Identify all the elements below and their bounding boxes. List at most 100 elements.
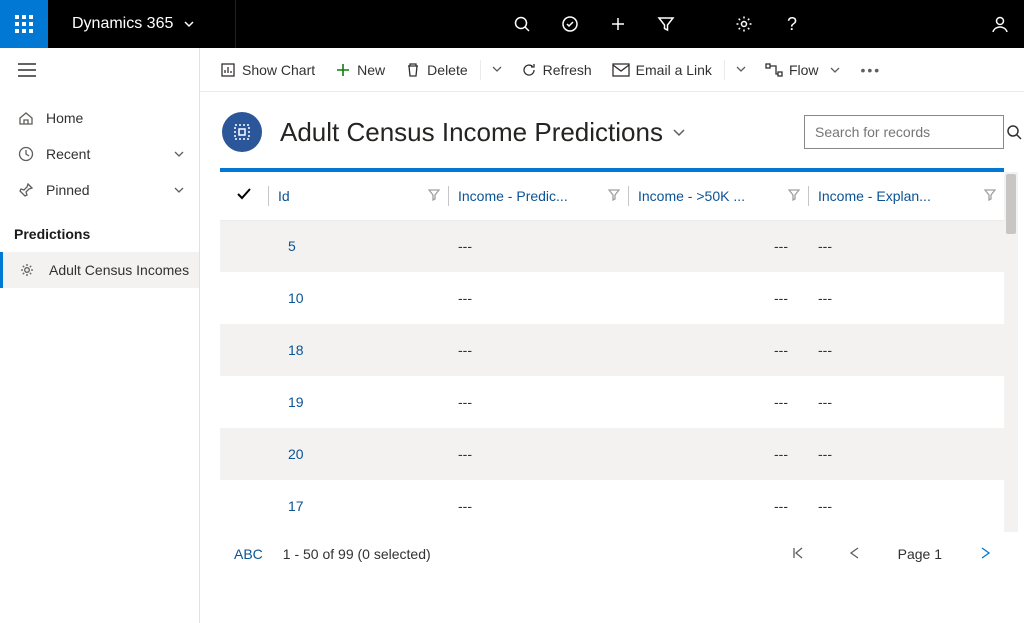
record-grid: Id Income - Predic... Income - >50K ... …: [220, 168, 1004, 532]
nav-recent[interactable]: Recent: [0, 136, 199, 172]
nav-pinned[interactable]: Pinned: [0, 172, 199, 208]
cmd-email-split[interactable]: [727, 62, 755, 78]
cell-id[interactable]: 20: [268, 428, 448, 480]
chevron-down-icon: [829, 64, 841, 76]
cmd-delete[interactable]: Delete: [395, 48, 477, 92]
settings-button[interactable]: [720, 0, 768, 48]
cell-prediction: ---: [448, 220, 628, 272]
add-button[interactable]: [594, 0, 642, 48]
cmd-flow[interactable]: Flow: [755, 48, 851, 92]
table-row[interactable]: 5---------: [220, 220, 1004, 272]
trash-icon: [405, 62, 421, 78]
row-selector[interactable]: [220, 272, 268, 324]
brand-label: Dynamics 365: [72, 15, 173, 33]
sidebar: Home Recent Pinned Predi: [0, 48, 200, 623]
col-id[interactable]: Id: [268, 172, 448, 220]
hamburger-button[interactable]: [18, 63, 36, 77]
cell-id[interactable]: 10: [268, 272, 448, 324]
cell-prediction: ---: [448, 480, 628, 532]
chevron-down-icon: [173, 184, 185, 196]
next-page-button[interactable]: [968, 545, 1004, 564]
cmd-label: New: [357, 62, 385, 78]
nav-section-predictions: Predictions: [0, 208, 199, 252]
grid-pager: ABC 1 - 50 of 99 (0 selected) Page 1: [220, 532, 1004, 576]
table-row[interactable]: 20---------: [220, 428, 1004, 480]
app-launcher-button[interactable]: [0, 0, 48, 48]
chevron-down-icon: [183, 18, 195, 30]
cell-prediction: ---: [448, 324, 628, 376]
cmd-delete-split[interactable]: [483, 62, 511, 78]
cell-prediction: ---: [448, 376, 628, 428]
table-row[interactable]: 18---------: [220, 324, 1004, 376]
cmd-label: Email a Link: [636, 62, 712, 78]
nav-recent-label: Recent: [46, 146, 90, 162]
alpha-filter[interactable]: ABC: [234, 546, 263, 562]
cmd-new[interactable]: New: [325, 48, 395, 92]
chart-icon: [220, 62, 236, 78]
nav-home[interactable]: Home: [0, 100, 199, 136]
row-selector[interactable]: [220, 428, 268, 480]
select-all-header[interactable]: [220, 172, 268, 220]
table-row[interactable]: 10---------: [220, 272, 1004, 324]
grid-scrollbar[interactable]: [1004, 172, 1018, 532]
cmd-overflow[interactable]: •••: [851, 62, 892, 78]
task-button[interactable]: [546, 0, 594, 48]
plus-icon: [335, 62, 351, 78]
user-area[interactable]: [816, 0, 976, 48]
pin-icon: [18, 182, 34, 198]
cmd-email-link[interactable]: Email a Link: [602, 48, 722, 92]
filter-icon[interactable]: [428, 188, 440, 204]
first-page-button[interactable]: [780, 545, 816, 564]
cmd-refresh[interactable]: Refresh: [511, 48, 602, 92]
table-row[interactable]: 17---------: [220, 480, 1004, 532]
filter-icon[interactable]: [984, 188, 996, 204]
brand-switcher[interactable]: Dynamics 365: [48, 0, 236, 48]
search-input[interactable]: [805, 124, 1006, 140]
col-explanation[interactable]: Income - Explan...: [808, 172, 1004, 220]
page-label: Page 1: [892, 546, 948, 562]
row-selector[interactable]: [220, 480, 268, 532]
entity-icon: [19, 262, 35, 278]
pager-status: 1 - 50 of 99 (0 selected): [283, 546, 431, 562]
cell-gt50k: ---: [628, 480, 808, 532]
chevron-down-icon[interactable]: [671, 124, 687, 140]
nav-item-label: Adult Census Incomes: [49, 262, 189, 278]
col-gt50k[interactable]: Income - >50K ...: [628, 172, 808, 220]
row-selector[interactable]: [220, 220, 268, 272]
filter-icon[interactable]: [608, 188, 620, 204]
email-icon: [612, 63, 630, 77]
help-button[interactable]: ?: [768, 0, 816, 48]
cmd-label: Show Chart: [242, 62, 315, 78]
cell-id[interactable]: 17: [268, 480, 448, 532]
prev-page-button[interactable]: [836, 545, 872, 564]
nav-home-label: Home: [46, 110, 83, 126]
search-button[interactable]: [498, 0, 546, 48]
entity-avatar: [222, 112, 262, 152]
cell-prediction: ---: [448, 428, 628, 480]
nav-item-adult-census[interactable]: Adult Census Incomes: [0, 252, 199, 288]
table-row[interactable]: 19---------: [220, 376, 1004, 428]
cell-id[interactable]: 19: [268, 376, 448, 428]
record-search[interactable]: [804, 115, 1004, 149]
search-icon[interactable]: [1006, 124, 1022, 140]
row-selector[interactable]: [220, 324, 268, 376]
profile-button[interactable]: [976, 0, 1024, 48]
cell-explanation: ---: [808, 480, 1004, 532]
flow-icon: [765, 63, 783, 77]
view-title[interactable]: Adult Census Income Predictions: [280, 117, 663, 148]
clock-icon: [18, 146, 34, 162]
nav-pinned-label: Pinned: [46, 182, 90, 198]
cell-gt50k: ---: [628, 428, 808, 480]
cmd-label: Refresh: [543, 62, 592, 78]
cmd-show-chart[interactable]: Show Chart: [210, 48, 325, 92]
home-icon: [18, 110, 34, 126]
cell-gt50k: ---: [628, 272, 808, 324]
cell-id[interactable]: 5: [268, 220, 448, 272]
filter-button[interactable]: [642, 0, 690, 48]
cell-id[interactable]: 18: [268, 324, 448, 376]
cmd-label: Delete: [427, 62, 467, 78]
col-prediction[interactable]: Income - Predic...: [448, 172, 628, 220]
cell-explanation: ---: [808, 272, 1004, 324]
filter-icon[interactable]: [788, 188, 800, 204]
row-selector[interactable]: [220, 376, 268, 428]
